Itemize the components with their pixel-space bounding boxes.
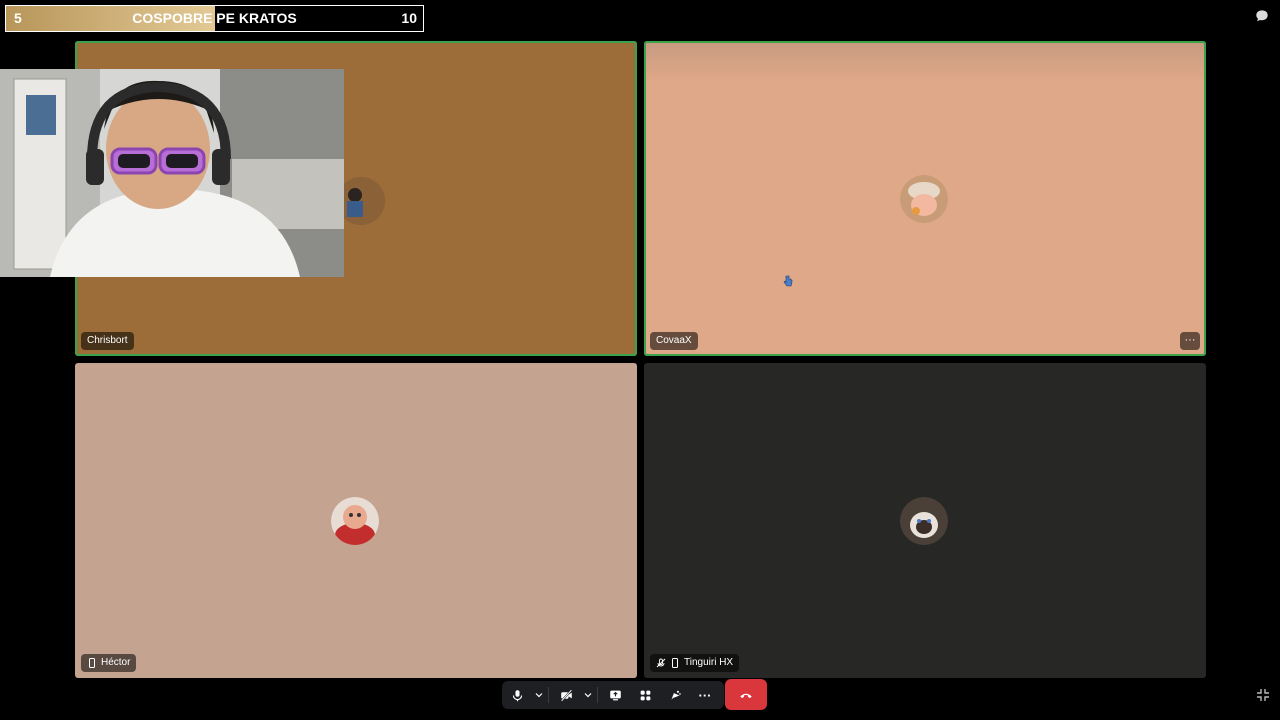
mobile-device-icon — [672, 658, 678, 668]
camera-options-button[interactable] — [581, 681, 595, 709]
avatar-image — [900, 175, 948, 223]
camera-button[interactable] — [551, 681, 581, 709]
participant-name: Tinguiri HX — [684, 657, 734, 668]
participant-name: CovaaX — [656, 335, 692, 346]
avatar — [900, 175, 948, 223]
screen-share-button[interactable] — [600, 681, 630, 709]
participant-name-tag: Héctor — [81, 654, 137, 672]
chat-icon[interactable] — [1255, 9, 1269, 23]
more-options-button[interactable]: ··· — [690, 681, 720, 709]
divider — [597, 687, 598, 703]
tile-more-button[interactable]: ··· — [1180, 332, 1200, 350]
more-icon: ··· — [698, 687, 712, 703]
activities-button[interactable] — [630, 681, 660, 709]
microphone-icon — [512, 689, 522, 701]
call-controls: ··· — [502, 681, 724, 709]
exit-fullscreen-icon[interactable] — [1256, 688, 1270, 702]
microphone-options-button[interactable] — [532, 681, 546, 709]
participant-tile-covaax[interactable]: CovaaX ··· — [644, 41, 1206, 356]
avatar — [900, 497, 948, 545]
participant-tile-tinguiri-hx[interactable]: Tinguiri HX — [644, 363, 1206, 678]
hand-cursor-icon — [783, 275, 793, 287]
mobile-device-icon — [89, 658, 95, 668]
camera-off-icon — [560, 689, 572, 701]
participant-name: Héctor — [101, 657, 131, 668]
hang-up-icon — [740, 693, 752, 698]
chevron-down-icon — [584, 693, 592, 698]
avatar-image — [900, 497, 948, 545]
score-right-value: 10 — [401, 10, 417, 26]
hang-up-button[interactable] — [725, 679, 767, 710]
participant-name-tag: CovaaX — [650, 332, 698, 350]
avatar-image — [337, 177, 385, 225]
webcam-image — [0, 69, 344, 277]
activities-icon — [640, 690, 650, 700]
avatar-image — [331, 497, 379, 545]
score-bar: 5 COSPOBRE PE KRATOS 10 — [5, 5, 424, 32]
divider — [548, 687, 549, 703]
participant-name: Chrisbort — [87, 335, 128, 346]
screen-share-icon — [609, 690, 621, 700]
microphone-button[interactable] — [502, 681, 532, 709]
avatar — [337, 177, 385, 225]
score-bar-title: COSPOBRE PE KRATOS — [132, 10, 297, 26]
soundboard-icon — [670, 690, 681, 700]
participant-name-tag: Chrisbort — [81, 332, 134, 350]
participant-tile-hector[interactable]: Héctor — [75, 363, 637, 678]
muted-microphone-icon — [656, 658, 666, 668]
avatar — [331, 497, 379, 545]
chevron-down-icon — [535, 693, 543, 698]
soundboard-button[interactable] — [660, 681, 690, 709]
webcam-overlay — [0, 69, 344, 277]
participant-name-tag: Tinguiri HX — [650, 654, 740, 672]
